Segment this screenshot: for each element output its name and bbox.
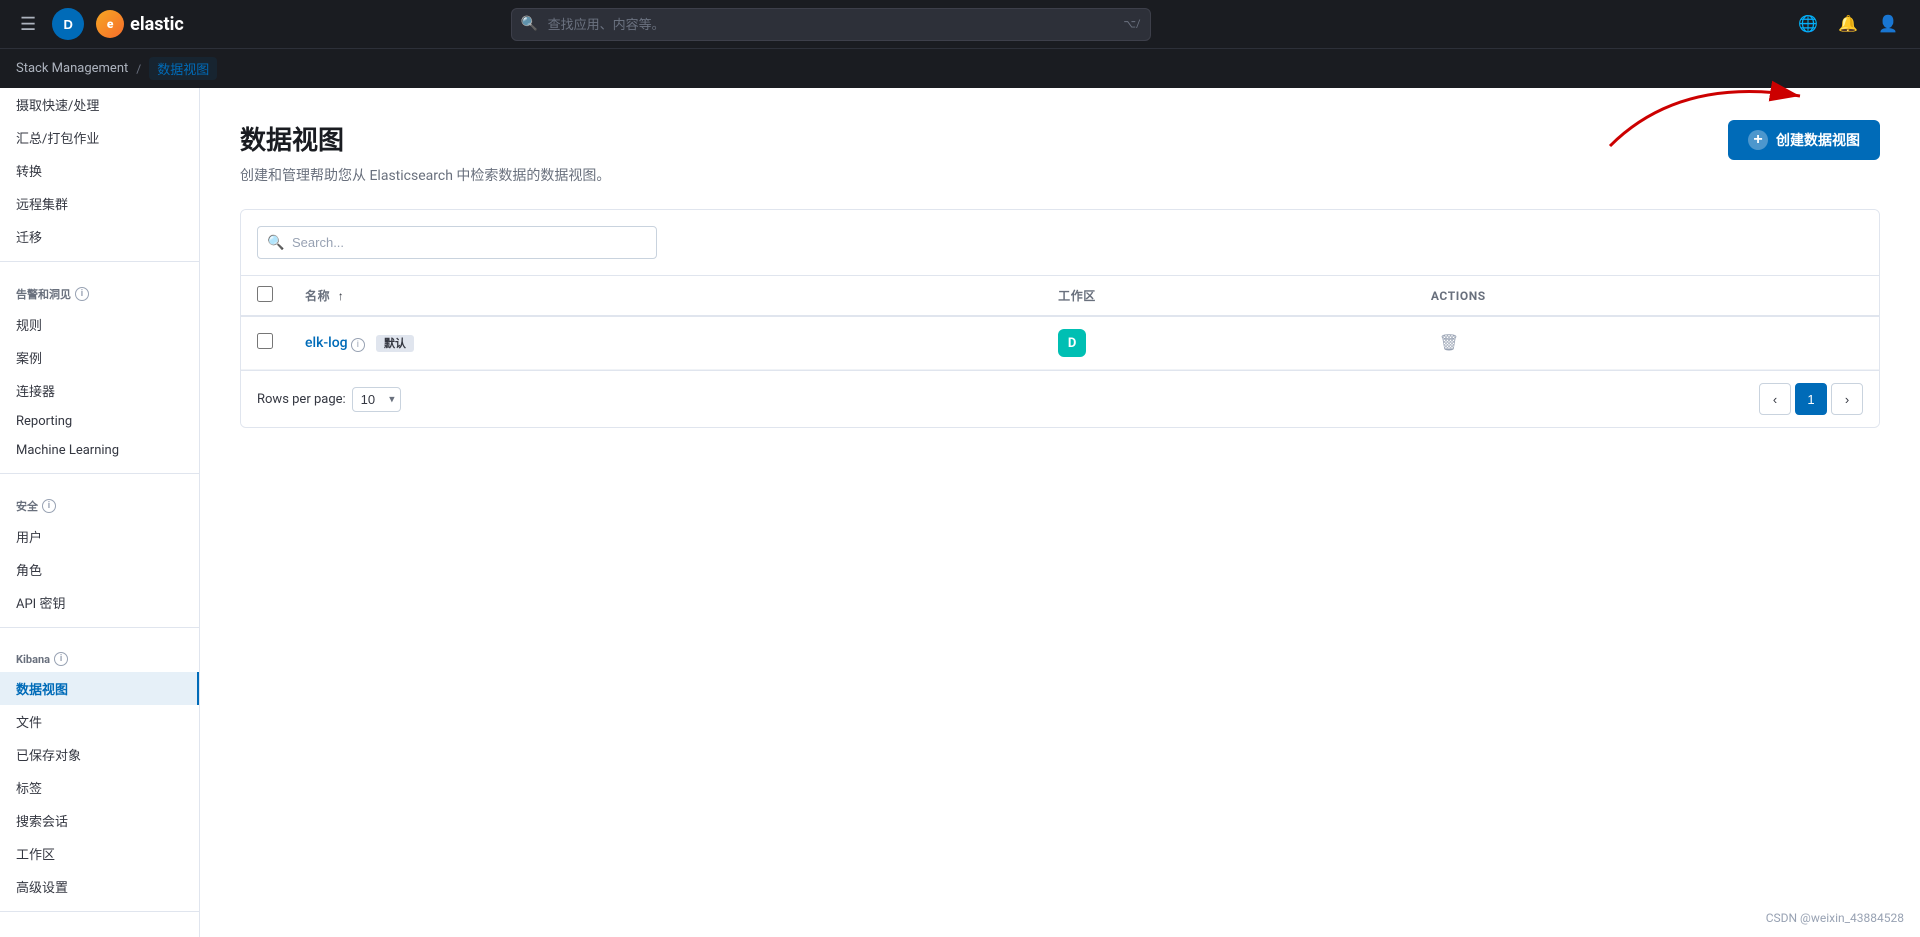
page-description: 创建和管理帮助您从 Elasticsearch 中检索数据的数据视图。	[240, 165, 610, 185]
prev-page-button[interactable]: ‹	[1759, 383, 1791, 415]
breadcrumb-data-views[interactable]: 数据视图	[149, 57, 217, 80]
kibana-info-icon[interactable]: i	[54, 652, 68, 666]
rows-per-page-select[interactable]: 10 25 50	[352, 387, 401, 412]
sidebar-item-search-sessions[interactable]: 搜索会话	[0, 804, 199, 837]
row-workspace-cell: D	[1042, 316, 1415, 370]
row-checkbox[interactable]	[257, 333, 273, 349]
watermark: CSDN @weixin_43884528	[1766, 911, 1904, 925]
user-avatar-button[interactable]: D	[52, 8, 84, 40]
sidebar-item-ml[interactable]: Machine Learning	[0, 436, 199, 465]
create-button-label: 创建数据视图	[1776, 130, 1860, 150]
sidebar-item-rules[interactable]: 规则	[0, 308, 199, 341]
elastic-logo-text: elastic	[130, 14, 184, 35]
sidebar-item-roles[interactable]: 角色	[0, 553, 199, 586]
data-view-link[interactable]: elk-log	[305, 335, 348, 351]
security-info-icon[interactable]: i	[42, 499, 56, 513]
workspace-column-header: 工作区	[1042, 276, 1415, 316]
top-navigation: ☰ D e elastic 🔍 ⌥/ 🌐 🔔 👤	[0, 0, 1920, 48]
row-checkbox-cell	[241, 316, 289, 370]
sidebar-item-api-keys[interactable]: API 密钥	[0, 586, 199, 619]
global-search-bar: 🔍 ⌥/	[511, 8, 1151, 41]
page-header: 数据视图 创建和管理帮助您从 Elasticsearch 中检索数据的数据视图。…	[240, 120, 1880, 185]
sidebar-item-data-views[interactable]: 数据视图	[0, 672, 199, 705]
sidebar-divider-2	[0, 473, 199, 474]
create-data-view-button[interactable]: + 创建数据视图	[1728, 120, 1880, 160]
sidebar-item-reporting[interactable]: Reporting	[0, 407, 199, 436]
sidebar-item-files[interactable]: 文件	[0, 705, 199, 738]
workspace-badge: D	[1058, 329, 1086, 357]
search-shortcut-hint: ⌥/	[1123, 18, 1140, 31]
global-search-input[interactable]	[511, 8, 1151, 41]
rows-per-page-label: Rows per page:	[257, 392, 346, 407]
row-info-icon[interactable]: i	[351, 338, 365, 352]
delete-row-button[interactable]: 🗑	[1431, 329, 1467, 357]
next-page-button[interactable]: ›	[1831, 383, 1863, 415]
page-title: 数据视图	[240, 120, 610, 157]
user-profile-icon-button[interactable]: 👤	[1872, 8, 1904, 40]
table-search-input[interactable]	[257, 226, 657, 259]
data-views-card: 🔍 名称 ↑ 工作区 Actions	[240, 209, 1880, 428]
breadcrumb-stack-management[interactable]: Stack Management	[16, 61, 128, 76]
sidebar-item-transform[interactable]: 转换	[0, 154, 199, 187]
elastic-logo: e elastic	[96, 10, 184, 38]
select-all-checkbox[interactable]	[257, 286, 273, 302]
table-search-icon: 🔍	[267, 235, 284, 251]
breadcrumb-bar: Stack Management / 数据视图	[0, 48, 1920, 88]
table-search-row: 🔍	[241, 210, 1879, 276]
sidebar-item-ingest[interactable]: 摄取快速/处理	[0, 88, 199, 121]
hamburger-menu-button[interactable]: ☰	[16, 10, 40, 39]
plus-icon: +	[1748, 130, 1768, 150]
row-name-cell: elk-log i 默认	[289, 316, 1042, 370]
nav-right-icons: 🌐 🔔 👤	[1792, 8, 1904, 40]
elastic-logo-icon: e	[96, 10, 124, 38]
sidebar-item-rollup[interactable]: 汇总/打包作业	[0, 121, 199, 154]
search-icon: 🔍	[521, 16, 538, 32]
sidebar-item-advanced-settings[interactable]: 高级设置	[0, 870, 199, 903]
alerts-info-icon[interactable]: i	[75, 287, 89, 301]
main-content: 数据视图 创建和管理帮助您从 Elasticsearch 中检索数据的数据视图。…	[200, 88, 1920, 937]
row-actions-cell: 🗑	[1415, 316, 1879, 370]
sidebar: 摄取快速/处理 汇总/打包作业 转换 远程集群 迁移 告警和洞见 i 规则 案例…	[0, 88, 200, 937]
sidebar-section-kibana: Kibana i	[0, 636, 199, 672]
sidebar-item-remote-cluster[interactable]: 远程集群	[0, 187, 199, 220]
rows-per-page-select-wrap: 10 25 50	[352, 387, 401, 412]
sidebar-item-migrate[interactable]: 迁移	[0, 220, 199, 253]
select-all-header	[241, 276, 289, 316]
page-1-button[interactable]: 1	[1795, 383, 1827, 415]
page-controls: ‹ 1 ›	[1759, 383, 1863, 415]
sidebar-divider-1	[0, 261, 199, 262]
table-row: elk-log i 默认 D 🗑	[241, 316, 1879, 370]
help-icon-button[interactable]: 🌐	[1792, 8, 1824, 40]
breadcrumb-separator: /	[136, 62, 141, 76]
sidebar-section-stack: 堆叠 i	[0, 920, 199, 937]
sidebar-divider-4	[0, 911, 199, 912]
default-badge: 默认	[376, 335, 414, 352]
pagination-bar: Rows per page: 10 25 50 ‹ 1 ›	[241, 370, 1879, 427]
sidebar-section-security: 安全 i	[0, 482, 199, 520]
sidebar-item-users[interactable]: 用户	[0, 520, 199, 553]
page-header-text: 数据视图 创建和管理帮助您从 Elasticsearch 中检索数据的数据视图。	[240, 120, 610, 185]
sidebar-item-connectors[interactable]: 连接器	[0, 374, 199, 407]
sidebar-item-cases[interactable]: 案例	[0, 341, 199, 374]
data-views-table: 名称 ↑ 工作区 Actions elk-log i 默认	[241, 276, 1879, 370]
sidebar-divider-3	[0, 627, 199, 628]
name-sort-indicator: ↑	[338, 289, 345, 303]
actions-column-header: Actions	[1415, 276, 1879, 316]
rows-per-page-control: Rows per page: 10 25 50	[257, 387, 401, 412]
table-search-wrap: 🔍	[257, 226, 657, 259]
sidebar-item-saved-objects[interactable]: 已保存对象	[0, 738, 199, 771]
notifications-icon-button[interactable]: 🔔	[1832, 8, 1864, 40]
sidebar-section-alerts: 告警和洞见 i	[0, 270, 199, 308]
sidebar-item-tags[interactable]: 标签	[0, 771, 199, 804]
name-column-header[interactable]: 名称 ↑	[289, 276, 1042, 316]
sidebar-item-workspaces[interactable]: 工作区	[0, 837, 199, 870]
